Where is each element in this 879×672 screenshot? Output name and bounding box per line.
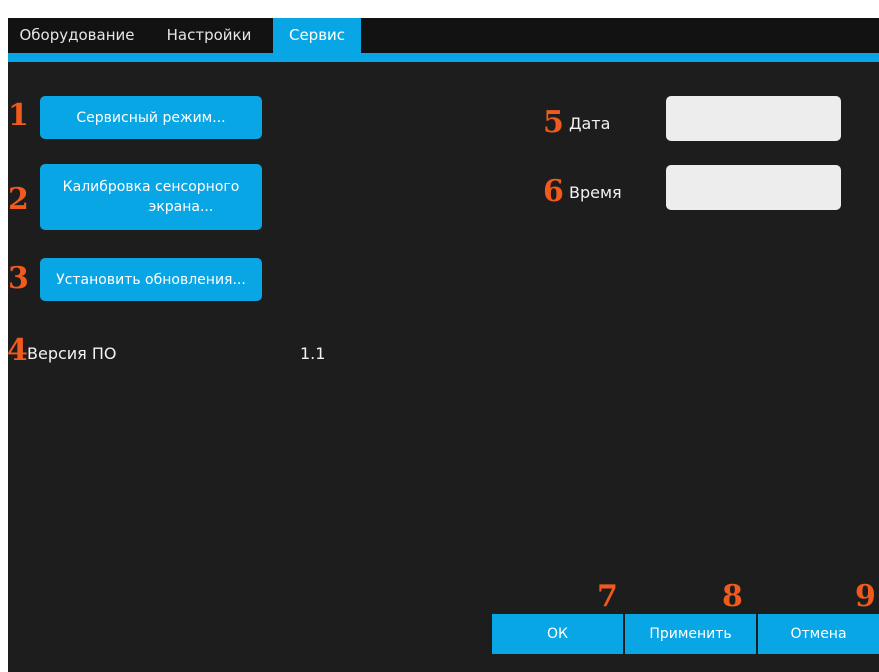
- tab-settings[interactable]: Настройки: [154, 18, 264, 53]
- touchscreen-calibration-label-line1: Калибровка сенсорного: [62, 179, 240, 195]
- annotation-marker-1: 1: [8, 98, 29, 133]
- annotation-marker-5: 5: [543, 105, 564, 140]
- software-version-value: 1.1: [300, 344, 326, 363]
- date-field[interactable]: [666, 96, 841, 141]
- tab-equipment[interactable]: Оборудование: [8, 18, 146, 53]
- tab-bar: Оборудование Настройки Сервис: [8, 18, 879, 53]
- software-version-label: Версия ПО: [27, 344, 117, 363]
- annotation-marker-8: 8: [722, 579, 743, 614]
- annotation-marker-6: 6: [543, 174, 564, 209]
- annotation-marker-9: 9: [855, 579, 876, 614]
- annotation-marker-3: 3: [8, 261, 29, 296]
- annotation-marker-2: 2: [8, 182, 29, 217]
- annotation-marker-7: 7: [597, 579, 618, 614]
- touchscreen-calibration-label-line2: экрана...: [148, 199, 214, 215]
- tab-underline-strip: [8, 53, 879, 62]
- touchscreen-calibration-button[interactable]: Калибровка сенсорного экрана...: [40, 164, 262, 230]
- apply-button[interactable]: Применить: [625, 614, 756, 654]
- annotation-marker-4: 4: [7, 333, 28, 368]
- cancel-button[interactable]: Отмена: [758, 614, 879, 654]
- service-mode-button[interactable]: Сервисный режим...: [40, 96, 262, 139]
- tab-service[interactable]: Сервис: [273, 18, 361, 53]
- date-label: Дата: [569, 114, 611, 133]
- time-label: Время: [569, 183, 622, 202]
- time-field[interactable]: [666, 165, 841, 210]
- ok-button[interactable]: ОК: [492, 614, 623, 654]
- service-settings-screen: Оборудование Настройки Сервис 1 Сервисны…: [7, 18, 879, 672]
- install-updates-button[interactable]: Установить обновления...: [40, 258, 262, 301]
